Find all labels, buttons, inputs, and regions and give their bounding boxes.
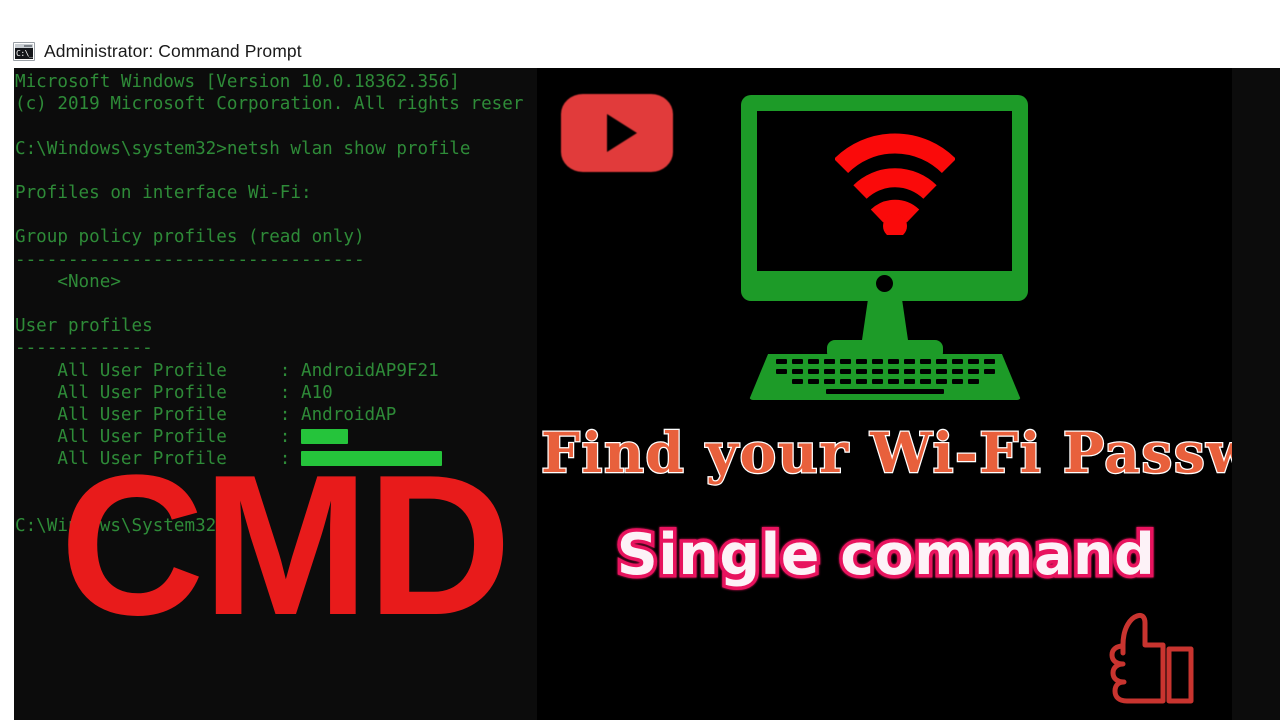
headline-text: Find your Wi-Fi Password bbox=[540, 420, 1232, 485]
keyboard-graphic bbox=[749, 354, 1021, 400]
youtube-play-icon bbox=[561, 94, 673, 172]
console-output: Microsoft Windows [Version 10.0.18362.35… bbox=[15, 72, 524, 537]
keyboard-row bbox=[749, 379, 1021, 384]
titlebar-content: C:\_ Administrator: Command Prompt bbox=[0, 41, 302, 68]
window-title: Administrator: Command Prompt bbox=[44, 41, 302, 61]
window-titlebar: C:\_ Administrator: Command Prompt bbox=[0, 0, 1280, 68]
keyboard-row bbox=[749, 369, 1021, 374]
cmd-icon-glyph: C:\_ bbox=[15, 48, 33, 59]
keyboard-spacebar bbox=[826, 389, 944, 394]
wifi-signal-icon bbox=[835, 133, 955, 235]
screenshot-root: C:\_ Administrator: Command Prompt Micro… bbox=[0, 0, 1280, 720]
play-triangle-icon bbox=[606, 114, 637, 152]
keyboard-row bbox=[749, 359, 1021, 364]
redacted-profile-name bbox=[301, 451, 442, 467]
thumbnail-artwork-panel: Find your Wi-Fi Password Single command bbox=[537, 68, 1232, 720]
redacted-profile-name bbox=[301, 429, 348, 445]
subline-text: Single command bbox=[613, 520, 1158, 591]
cmd-window-icon: C:\_ bbox=[13, 42, 35, 61]
thumbs-up-icon bbox=[1109, 612, 1194, 704]
monitor-power-dot-icon bbox=[876, 275, 893, 292]
